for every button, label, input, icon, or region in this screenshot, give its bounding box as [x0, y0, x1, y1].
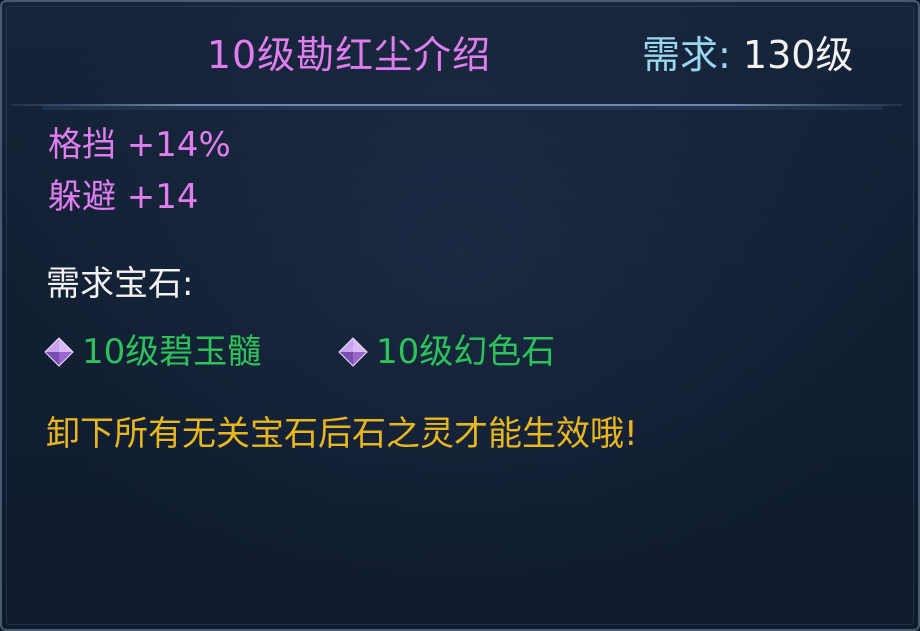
- gem-name: 10级碧玉髓: [82, 332, 262, 372]
- gem-item: 10级幻色石: [336, 330, 555, 374]
- purple-gem-icon: [44, 337, 74, 367]
- header-divider-glow: [42, 106, 882, 110]
- item-tooltip: 10级勘红尘介绍 需求: 130级 格挡 +14% 躲避 +14 需求宝石: 1…: [0, 0, 920, 631]
- level-requirement: 需求: 130级: [642, 30, 853, 80]
- gem-item: 10级碧玉髓: [42, 330, 261, 374]
- level-requirement-value: 130级: [742, 33, 854, 77]
- level-requirement-label: 需求:: [642, 33, 731, 77]
- purple-gem-icon: [338, 337, 368, 367]
- gem-effect-note: 卸下所有无关宝石后石之灵才能生效哦!: [46, 414, 638, 454]
- tooltip-title: 10级勘红尘介绍: [206, 33, 492, 77]
- stat-dodge: 躲避 +14: [48, 177, 199, 217]
- gem-requirement-header: 需求宝石:: [46, 264, 194, 304]
- gem-name: 10级幻色石: [376, 332, 556, 372]
- stat-block: 格挡 +14%: [48, 125, 231, 165]
